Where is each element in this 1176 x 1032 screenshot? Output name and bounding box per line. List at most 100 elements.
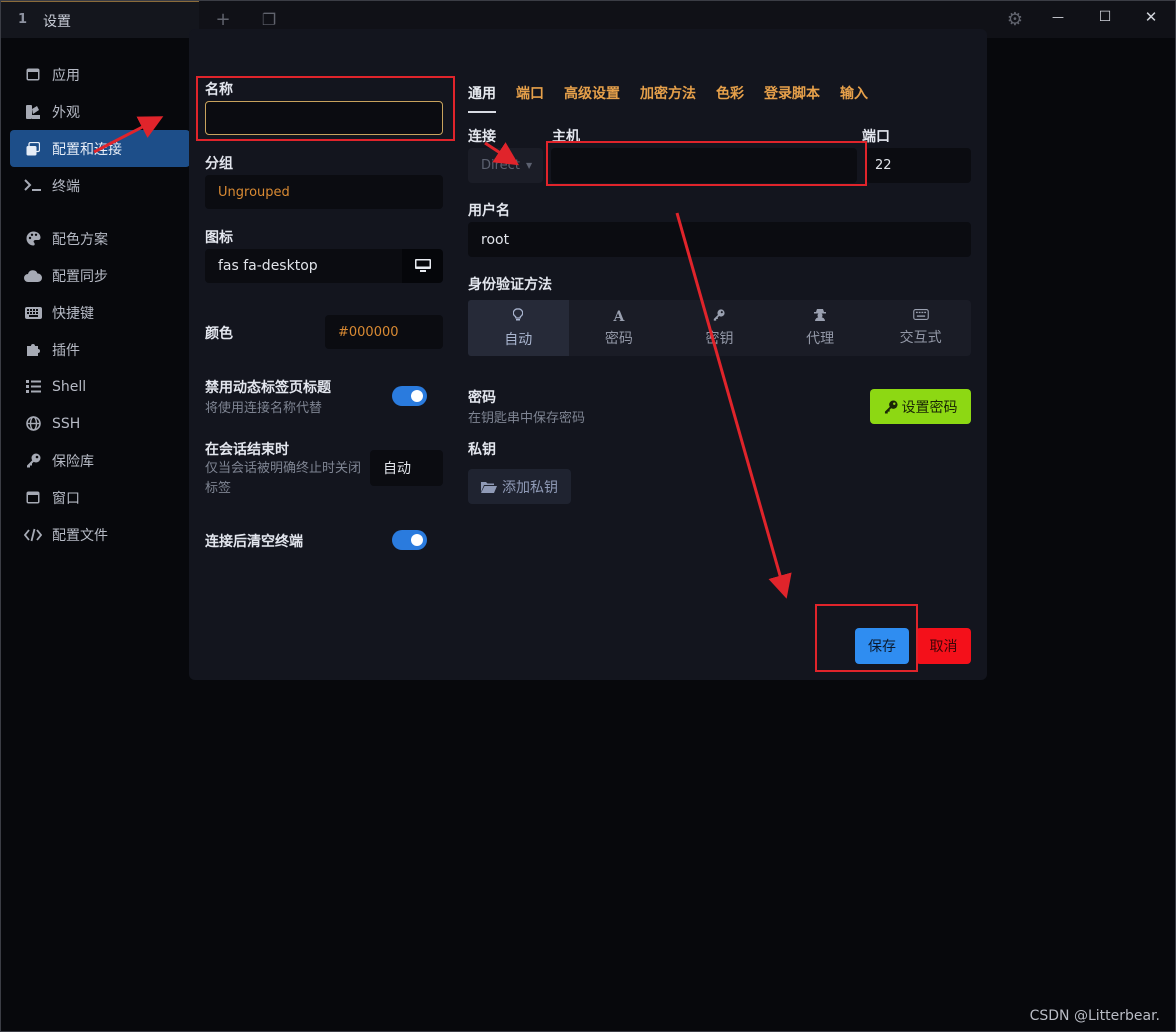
username-label: 用户名 xyxy=(468,203,510,219)
auth-option-auto[interactable]: 自动 xyxy=(468,300,569,356)
auth-method-label: 身份验证方法 xyxy=(468,277,552,293)
username-input[interactable]: root xyxy=(468,222,971,257)
sidebar-item-appearance[interactable]: 外观 xyxy=(10,93,190,130)
minimize-icon[interactable]: — xyxy=(1038,4,1078,30)
sidebar-item-hotkeys[interactable]: 快捷键 xyxy=(10,294,190,331)
connection-type-select[interactable]: Direct ▼ xyxy=(468,148,543,183)
icon-input[interactable]: fas fa-desktop xyxy=(205,249,402,283)
port-label: 端口 xyxy=(862,129,890,145)
globe-icon xyxy=(24,416,42,432)
new-tab-icon[interactable]: + xyxy=(210,7,236,31)
close-icon[interactable]: ✕ xyxy=(1131,4,1171,30)
disable-dynamic-title-toggle[interactable] xyxy=(392,386,427,406)
tab-advanced[interactable]: 高级设置 xyxy=(564,83,620,113)
disable-dynamic-title-desc: 将使用连接名称代替 xyxy=(205,401,323,416)
add-private-key-button[interactable]: 添加私钥 xyxy=(468,469,571,504)
auth-option-agent[interactable]: 代理 xyxy=(770,300,871,356)
on-session-end-select[interactable]: 自动 xyxy=(370,450,443,486)
auth-option-label: 密码 xyxy=(604,330,633,347)
window-icon[interactable]: ❐ xyxy=(256,7,282,31)
tab-number: 1 xyxy=(18,12,28,27)
sidebar-item-vault[interactable]: 保险库 xyxy=(10,442,190,479)
tab-general[interactable]: 通用 xyxy=(468,83,496,113)
name-label: 名称 xyxy=(205,82,233,98)
auth-option-key[interactable]: 密钥 xyxy=(669,300,770,356)
sidebar-item-label: Shell xyxy=(52,378,87,395)
tab-input[interactable]: 输入 xyxy=(840,83,868,113)
add-private-key-label: 添加私钥 xyxy=(502,479,558,496)
user-secret-icon xyxy=(814,308,827,325)
set-password-button[interactable]: 设置密码 xyxy=(870,389,971,424)
sidebar-item-label: 配置同步 xyxy=(52,268,108,285)
auth-option-label: 密钥 xyxy=(705,330,734,347)
sidebar-item-label: 配置和连接 xyxy=(52,141,122,158)
sidebar-item-plugins[interactable]: 插件 xyxy=(10,331,190,368)
group-label: 分组 xyxy=(205,156,233,172)
auth-option-label: 自动 xyxy=(504,331,533,348)
color-label: 颜色 xyxy=(205,326,233,342)
group-input[interactable]: Ungrouped xyxy=(205,175,443,209)
settings-tab[interactable]: 1 设置 xyxy=(0,0,199,38)
clear-terminal-toggle[interactable] xyxy=(392,530,427,550)
name-input[interactable] xyxy=(205,101,443,135)
window-icon xyxy=(24,67,42,83)
sidebar-item-label: SSH xyxy=(52,415,81,432)
key-icon xyxy=(884,399,898,414)
sidebar-item-ssh[interactable]: SSH xyxy=(10,405,190,442)
maximize-icon[interactable]: ☐ xyxy=(1085,4,1125,30)
lightbulb-icon xyxy=(513,307,524,326)
cancel-button[interactable]: 取消 xyxy=(916,628,971,664)
auth-option-password[interactable]: A 密码 xyxy=(569,300,670,356)
sidebar-item-label: 保险库 xyxy=(52,453,94,470)
tab-title: 设置 xyxy=(43,14,71,30)
color-input[interactable]: #000000 xyxy=(325,315,443,349)
puzzle-icon xyxy=(24,342,42,358)
port-input[interactable]: 22 xyxy=(866,148,971,183)
sidebar-item-label: 外观 xyxy=(52,104,80,121)
tab-ciphers[interactable]: 加密方法 xyxy=(640,83,696,113)
sidebar-item-label: 配置文件 xyxy=(52,527,108,544)
password-desc: 在钥匙串中保存密码 xyxy=(468,411,586,426)
connection-type-value: Direct xyxy=(481,158,520,173)
private-key-label: 私钥 xyxy=(468,442,496,458)
chevron-down-icon: ▼ xyxy=(525,161,533,170)
list-icon xyxy=(24,379,42,395)
window-icon xyxy=(24,490,42,506)
sidebar-item-app[interactable]: 应用 xyxy=(10,56,190,93)
sidebar-item-config-sync[interactable]: 配置同步 xyxy=(10,257,190,294)
profiles-icon xyxy=(24,141,42,157)
host-input[interactable] xyxy=(551,148,857,183)
gear-icon[interactable]: ⚙ xyxy=(1002,7,1028,31)
sidebar-item-profiles[interactable]: 配置和连接 xyxy=(10,130,190,167)
set-password-label: 设置密码 xyxy=(901,399,958,416)
code-icon xyxy=(24,527,42,543)
auth-method-selector: 自动 A 密码 密钥 代理 交互式 xyxy=(468,300,971,356)
sidebar-item-label: 应用 xyxy=(52,67,80,84)
folder-open-icon xyxy=(481,481,497,493)
sidebar-item-label: 窗口 xyxy=(52,490,80,507)
auth-option-interactive[interactable]: 交互式 xyxy=(870,300,971,356)
tab-login-scripts[interactable]: 登录脚本 xyxy=(764,83,820,113)
tab-colors[interactable]: 色彩 xyxy=(716,83,744,113)
clear-terminal-label: 连接后清空终端 xyxy=(205,534,303,550)
desktop-icon[interactable] xyxy=(402,249,443,283)
on-session-end-label: 在会话结束时 xyxy=(205,442,289,458)
sidebar-item-terminal[interactable]: 终端 xyxy=(10,167,190,204)
settings-sidebar: 应用 外观 配置和连接 终端 配色方案 配置同步 快捷键 插件 Shell SS… xyxy=(10,56,190,553)
sidebar-item-label: 终端 xyxy=(52,178,80,195)
terminal-icon xyxy=(24,178,42,194)
auth-option-label: 代理 xyxy=(806,331,835,347)
key-icon xyxy=(713,308,726,325)
sidebar-item-color-scheme[interactable]: 配色方案 xyxy=(10,220,190,257)
keyboard-icon xyxy=(912,309,929,324)
tab-ports[interactable]: 端口 xyxy=(516,83,544,113)
sidebar-item-label: 插件 xyxy=(52,342,80,359)
sidebar-item-config-file[interactable]: 配置文件 xyxy=(10,516,190,553)
save-button[interactable]: 保存 xyxy=(855,628,909,664)
keyboard-icon xyxy=(24,305,42,321)
sidebar-item-window[interactable]: 窗口 xyxy=(10,479,190,516)
icon-label: 图标 xyxy=(205,230,233,246)
cloud-icon xyxy=(24,268,42,284)
palette-icon xyxy=(24,231,42,247)
sidebar-item-shell[interactable]: Shell xyxy=(10,368,190,405)
